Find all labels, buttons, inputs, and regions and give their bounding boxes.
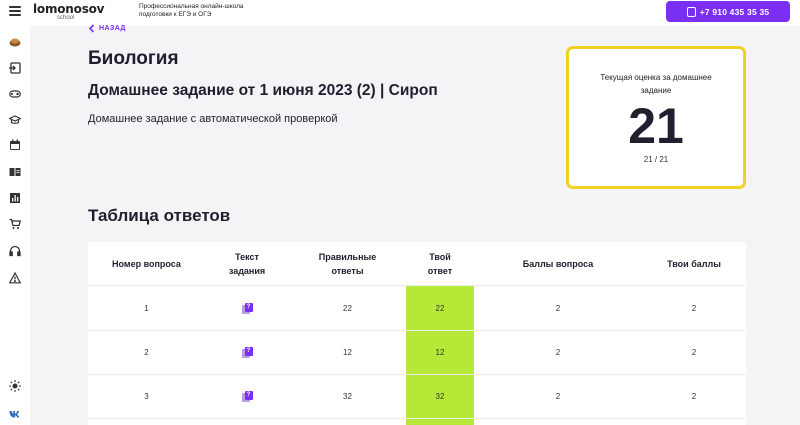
- task-text-icon[interactable]: ?: [241, 391, 253, 402]
- tagline-line-2: подготовки к ЕГЭ и ОГЭ: [139, 11, 212, 18]
- answers-table: Номер вопроса Текст задания Правильные о…: [88, 242, 746, 425]
- question-number: 2: [144, 348, 149, 357]
- sun-icon[interactable]: [9, 380, 21, 392]
- chart-icon[interactable]: [9, 192, 21, 204]
- question-points: 2: [555, 392, 561, 401]
- logo[interactable]: lomonosov school: [33, 2, 105, 21]
- back-link[interactable]: НАЗАД: [88, 24, 126, 33]
- task-text-icon[interactable]: ?: [241, 347, 253, 358]
- score-label: Текущая оценка за домашнее задание: [600, 73, 712, 95]
- menu-icon[interactable]: [9, 6, 21, 16]
- logo-subtext: school: [57, 15, 75, 21]
- column-header: Текст задания: [228, 251, 266, 276]
- warning-icon[interactable]: [9, 272, 21, 284]
- calendar-icon[interactable]: [9, 139, 21, 151]
- your-points: 2: [691, 303, 697, 313]
- score-value: 21: [628, 98, 684, 154]
- tagline: Профессиональная онлайн-школа подготовки…: [139, 3, 244, 19]
- your-points: 2: [691, 348, 697, 357]
- score-fraction: 21 / 21: [643, 155, 669, 164]
- your-answer: 22: [406, 286, 474, 330]
- top-bar: lomonosov school Профессиональная онлайн…: [0, 0, 800, 26]
- phone-button[interactable]: +7 910 435 35 35: [666, 1, 790, 22]
- subject-title: Биология: [88, 48, 179, 69]
- vk-icon[interactable]: [9, 408, 21, 420]
- correct-answer: 22: [343, 303, 352, 313]
- table-row: 2 ? 12 12 2 2: [88, 331, 746, 375]
- your-points: 2: [691, 392, 697, 401]
- logo-text: lomonosov: [33, 2, 105, 16]
- question-number: 1: [144, 303, 149, 313]
- phone-number: +7 910 435 35 35: [699, 6, 770, 17]
- login-icon[interactable]: [9, 62, 21, 74]
- correct-answer: 32: [343, 392, 352, 401]
- task-text-icon[interactable]: ?: [241, 302, 253, 314]
- question-points: 2: [555, 303, 561, 313]
- cart-icon[interactable]: [9, 218, 21, 230]
- back-label: НАЗАД: [99, 25, 126, 32]
- gamepad-icon[interactable]: [9, 88, 21, 100]
- column-header: Твои баллы: [667, 258, 721, 269]
- table-row: 3 ? 32 32 2 2: [88, 375, 746, 419]
- table-row: [88, 419, 746, 425]
- homework-description: Домашнее задание с автоматической провер…: [88, 113, 338, 125]
- column-header: Твой ответ: [427, 251, 453, 276]
- task-text-cell: ?: [205, 331, 289, 374]
- avatar-icon[interactable]: [9, 36, 21, 48]
- your-answer: 12: [406, 331, 474, 374]
- phone-icon: [686, 6, 696, 17]
- table-row: 1 ? 22 22 2 2: [88, 286, 746, 331]
- task-text-cell: ?: [205, 375, 289, 418]
- task-text-cell: ?: [205, 286, 289, 330]
- book-icon[interactable]: [9, 166, 21, 178]
- headset-icon[interactable]: [9, 245, 21, 257]
- correct-answer: 12: [343, 348, 352, 357]
- graduation-cap-icon[interactable]: [9, 114, 21, 126]
- column-header: Баллы вопроса: [522, 258, 594, 269]
- homework-title: Домашнее задание от 1 июня 2023 (2) | Си…: [88, 82, 438, 99]
- question-points: 2: [555, 348, 561, 357]
- answers-table-title: Таблица ответов: [88, 206, 231, 225]
- score-card: Текущая оценка за домашнее задание 21 21…: [566, 46, 746, 189]
- chevron-left-icon: [88, 24, 95, 33]
- question-number: 3: [144, 392, 149, 401]
- column-header: Номер вопроса: [112, 258, 181, 269]
- tagline-line-1: Профессиональная онлайн-школа: [139, 3, 244, 10]
- sidebar: [0, 26, 30, 425]
- your-answer: 32: [406, 375, 474, 418]
- column-header: Правильные ответы: [318, 251, 377, 276]
- table-header-row: Номер вопроса Текст задания Правильные о…: [88, 242, 746, 286]
